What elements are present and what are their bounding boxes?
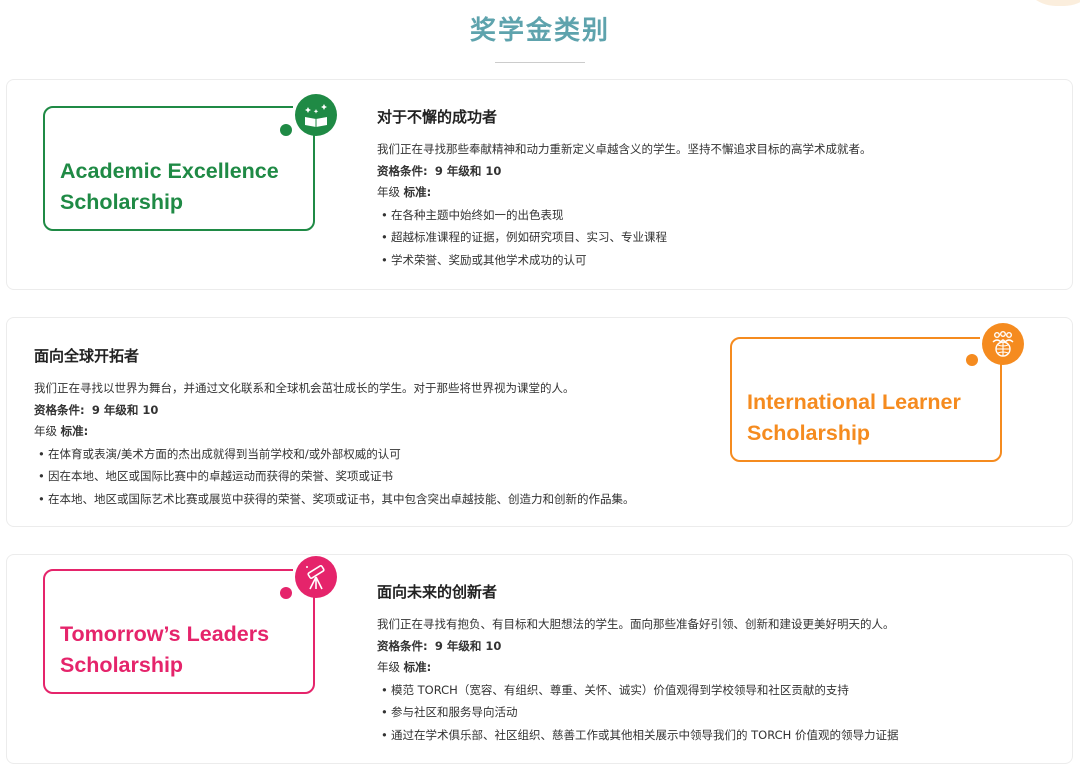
list-item: 学术荣誉、奖励或其他学术成功的认可 xyxy=(377,249,1057,272)
card-intro: 我们正在寻找那些奉献精神和动力重新定义卓越含义的学生。坚持不懈追求目标的高学术成… xyxy=(377,142,872,156)
scholarship-card-international: 面向全球开拓者 我们正在寻找以世界为舞台，并通过文化联系和全球机会茁壮成长的学生… xyxy=(6,317,1073,527)
badge-dot xyxy=(280,587,292,599)
card-heading: 面向全球开拓者 xyxy=(34,347,140,365)
criteria-label: 年级 标准: xyxy=(377,185,432,199)
scholarship-description: 面向全球开拓者 我们正在寻找以世界为舞台，并通过文化联系和全球机会茁壮成长的学生… xyxy=(34,346,724,510)
badge-dot xyxy=(280,124,292,136)
badge-title: Academic Excellence Scholarship xyxy=(60,159,279,214)
corner-decoration xyxy=(1020,0,1080,6)
globe-people-icon xyxy=(982,323,1024,365)
card-heading: 面向未来的创新者 xyxy=(377,583,498,601)
criteria-list: 在各种主题中始终如一的出色表现 超越标准课程的证据，例如研究项目、实习、专业课程… xyxy=(377,204,1057,272)
card-heading: 对于不懈的成功者 xyxy=(377,108,498,126)
criteria-label: 年级 标准: xyxy=(377,660,432,674)
list-item: 超越标准课程的证据，例如研究项目、实习、专业课程 xyxy=(377,226,1057,249)
scholarship-description: 对于不懈的成功者 我们正在寻找那些奉献精神和动力重新定义卓越含义的学生。坚持不懈… xyxy=(377,107,1057,271)
card-intro: 我们正在寻找以世界为舞台，并通过文化联系和全球机会茁壮成长的学生。对于那些将世界… xyxy=(34,381,575,395)
scholarship-badge: Academic Excellence Scholarship xyxy=(43,106,315,231)
list-item: 在各种主题中始终如一的出色表现 xyxy=(377,204,1057,227)
eligibility: 资格条件: 9 年级和 10 xyxy=(34,402,159,417)
list-item: 模范 TORCH（宽容、有组织、尊重、关怀、诚实）价值观得到学校领导和社区贡献的… xyxy=(377,679,1057,702)
telescope-icon xyxy=(295,556,337,598)
badge-title: International Learner Scholarship xyxy=(747,390,961,445)
eligibility: 资格条件: 9 年级和 10 xyxy=(377,638,502,653)
criteria-list: 模范 TORCH（宽容、有组织、尊重、关怀、诚实）价值观得到学校领导和社区贡献的… xyxy=(377,679,1057,747)
list-item: 通过在学术俱乐部、社区组织、慈善工作或其他相关展示中领导我们的 TORCH 价值… xyxy=(377,724,1057,747)
scholarship-badge: Tomorrow’s Leaders Scholarship xyxy=(43,569,315,694)
scholarship-card-leaders: Tomorrow’s Leaders Scholarship 面向未来的创新者 … xyxy=(6,554,1073,764)
criteria-label: 年级 标准: xyxy=(34,424,89,438)
criteria-list: 在体育或表演/美术方面的杰出成就得到当前学校和/或外部权威的认可 因在本地、地区… xyxy=(34,443,724,511)
list-item: 在体育或表演/美术方面的杰出成就得到当前学校和/或外部权威的认可 xyxy=(34,443,724,466)
list-item: 参与社区和服务导向活动 xyxy=(377,701,1057,724)
card-intro: 我们正在寻找有抱负、有目标和大胆想法的学生。面向那些准备好引领、创新和建设更美好… xyxy=(377,617,895,631)
list-item: 因在本地、地区或国际比赛中的卓越运动而获得的荣誉、奖项或证书 xyxy=(34,465,724,488)
scholarship-card-academic: Academic Excellence Scholarship 对于不懈的成功者… xyxy=(6,79,1073,290)
list-item: 在本地、地区或国际艺术比赛或展览中获得的荣誉、奖项或证书，其中包含突出卓越技能、… xyxy=(34,488,724,511)
badge-title: Tomorrow’s Leaders Scholarship xyxy=(60,622,270,677)
scholarship-badge: International Learner Scholarship xyxy=(730,337,1002,462)
eligibility: 资格条件: 9 年级和 10 xyxy=(377,163,502,178)
title-divider xyxy=(495,62,585,63)
badge-dot xyxy=(966,354,978,366)
open-book-sparkle-icon xyxy=(295,94,337,136)
scholarship-description: 面向未来的创新者 我们正在寻找有抱负、有目标和大胆想法的学生。面向那些准备好引领… xyxy=(377,582,1057,746)
page-title: 奖学金类别 xyxy=(469,16,610,46)
